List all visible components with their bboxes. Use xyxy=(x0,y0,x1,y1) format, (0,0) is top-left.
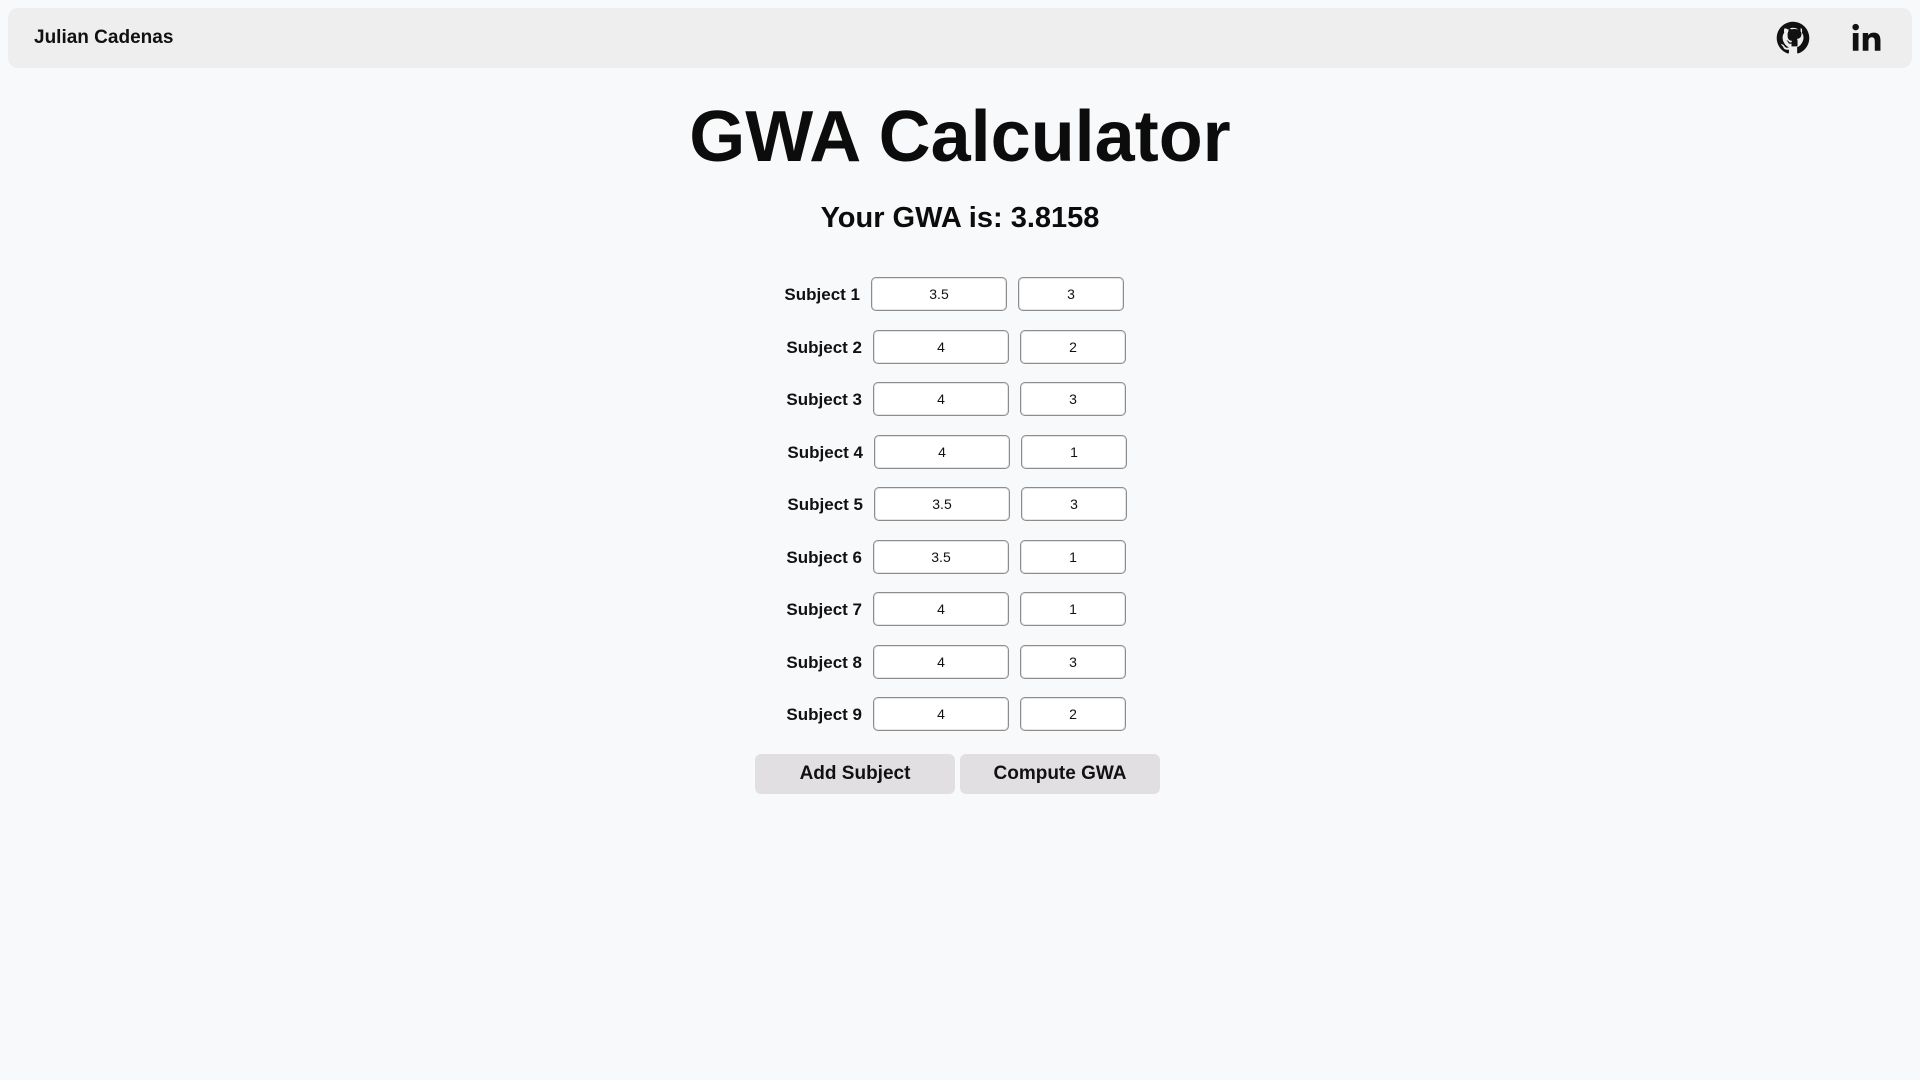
subject-label: Subject 8 xyxy=(786,653,862,672)
grade-input[interactable] xyxy=(873,540,1009,574)
units-input[interactable] xyxy=(1020,540,1126,574)
brand-name[interactable]: Julian Cadenas xyxy=(34,8,173,68)
subject-label: Subject 6 xyxy=(786,548,862,567)
subject-label: Subject 9 xyxy=(786,705,862,724)
grade-input[interactable] xyxy=(874,487,1010,521)
grade-input[interactable] xyxy=(871,277,1007,311)
units-input[interactable] xyxy=(1021,435,1127,469)
subject-label: Subject 1 xyxy=(784,285,860,304)
grade-input[interactable] xyxy=(873,592,1009,626)
subject-label: Subject 2 xyxy=(786,338,862,357)
gwa-result-label: Your GWA is: xyxy=(820,202,1003,234)
units-input[interactable] xyxy=(1021,487,1127,521)
subject-label: Subject 5 xyxy=(787,495,863,514)
units-input[interactable] xyxy=(1020,592,1126,626)
units-input[interactable] xyxy=(1020,697,1126,731)
navbar: Julian Cadenas xyxy=(8,8,1912,68)
gwa-result-value: 3.8158 xyxy=(1010,202,1100,234)
grade-input[interactable] xyxy=(873,645,1009,679)
subject-label: Subject 7 xyxy=(786,600,862,619)
subject-label: Subject 4 xyxy=(787,443,863,462)
github-icon[interactable] xyxy=(1776,21,1810,55)
grade-input[interactable] xyxy=(873,697,1009,731)
add-subject-button[interactable]: Add Subject xyxy=(755,754,955,794)
compute-gwa-button[interactable]: Compute GWA xyxy=(960,754,1160,794)
page-title: GWA Calculator xyxy=(689,97,1231,177)
linkedin-icon[interactable] xyxy=(1850,21,1884,55)
gwa-result: Your GWA is: 3.8158 xyxy=(0,198,1920,238)
units-input[interactable] xyxy=(1020,330,1126,364)
subject-label: Subject 3 xyxy=(786,390,862,409)
units-input[interactable] xyxy=(1020,382,1126,416)
units-input[interactable] xyxy=(1018,277,1124,311)
units-input[interactable] xyxy=(1020,645,1126,679)
grade-input[interactable] xyxy=(873,382,1009,416)
grade-input[interactable] xyxy=(873,330,1009,364)
grade-input[interactable] xyxy=(874,435,1010,469)
